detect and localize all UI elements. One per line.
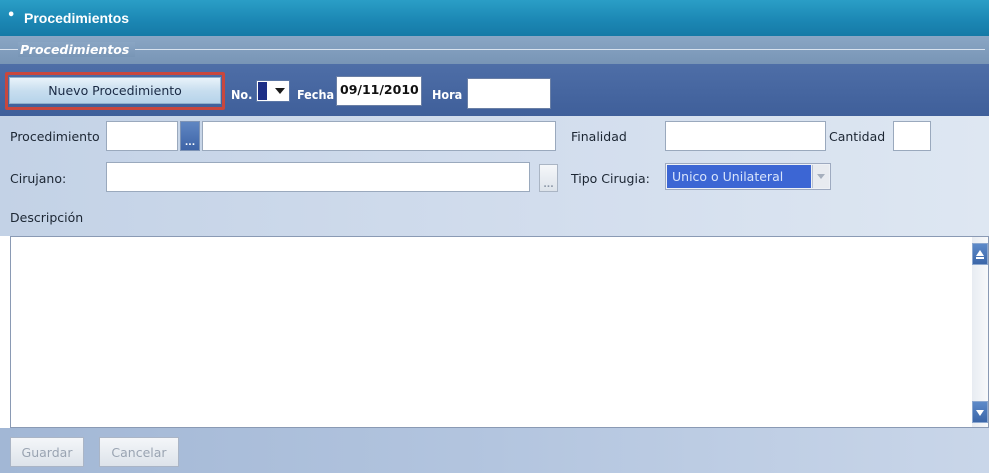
new-procedure-button[interactable]: Nuevo Procedimiento (9, 77, 221, 104)
hora-label: Hora (432, 87, 463, 102)
no-select[interactable] (256, 80, 290, 102)
chevron-down-icon (275, 88, 285, 94)
cantidad-input[interactable] (893, 121, 931, 151)
chevron-down-icon (812, 165, 829, 188)
procedimiento-code-input[interactable] (106, 121, 178, 151)
cantidad-label: Cantidad (829, 129, 886, 144)
descripcion-label: Descripción (10, 210, 84, 225)
scroll-up-icon[interactable] (972, 243, 988, 265)
fecha-input[interactable]: 09/11/2010 (336, 76, 422, 106)
descripcion-scrollbar[interactable] (972, 237, 988, 427)
legend-divider (0, 49, 985, 50)
finalidad-input[interactable] (665, 121, 826, 151)
hora-input[interactable] (467, 78, 551, 109)
procedimiento-lookup-button[interactable]: ... (180, 121, 200, 151)
cirujano-input[interactable] (106, 162, 530, 192)
bullet-icon: • (7, 8, 16, 23)
scroll-down-icon[interactable] (972, 401, 988, 423)
tipo-cirugia-value: Unico o Unilateral (667, 165, 811, 188)
no-select-value (258, 82, 267, 100)
no-label: No. (231, 87, 253, 102)
fecha-label: Fecha (297, 87, 335, 102)
descripcion-textarea[interactable] (10, 236, 989, 428)
tipo-cirugia-select[interactable]: Unico o Unilateral (665, 163, 831, 190)
tipo-cirugia-label: Tipo Cirugia: (571, 171, 650, 186)
finalidad-label: Finalidad (571, 129, 627, 144)
procedimiento-description-input[interactable] (202, 121, 556, 151)
section-header: Procedimientos (0, 36, 989, 64)
window-title-bar: • Procedimientos (0, 0, 989, 36)
procedimiento-label: Procedimiento (10, 129, 100, 144)
guardar-button[interactable]: Guardar (10, 437, 84, 467)
window-title: Procedimientos (24, 10, 130, 26)
section-legend: Procedimientos (18, 42, 136, 57)
cancelar-button[interactable]: Cancelar (99, 437, 179, 467)
cirujano-lookup-button[interactable]: ... (539, 164, 558, 192)
cirujano-label: Cirujano: (10, 171, 67, 186)
